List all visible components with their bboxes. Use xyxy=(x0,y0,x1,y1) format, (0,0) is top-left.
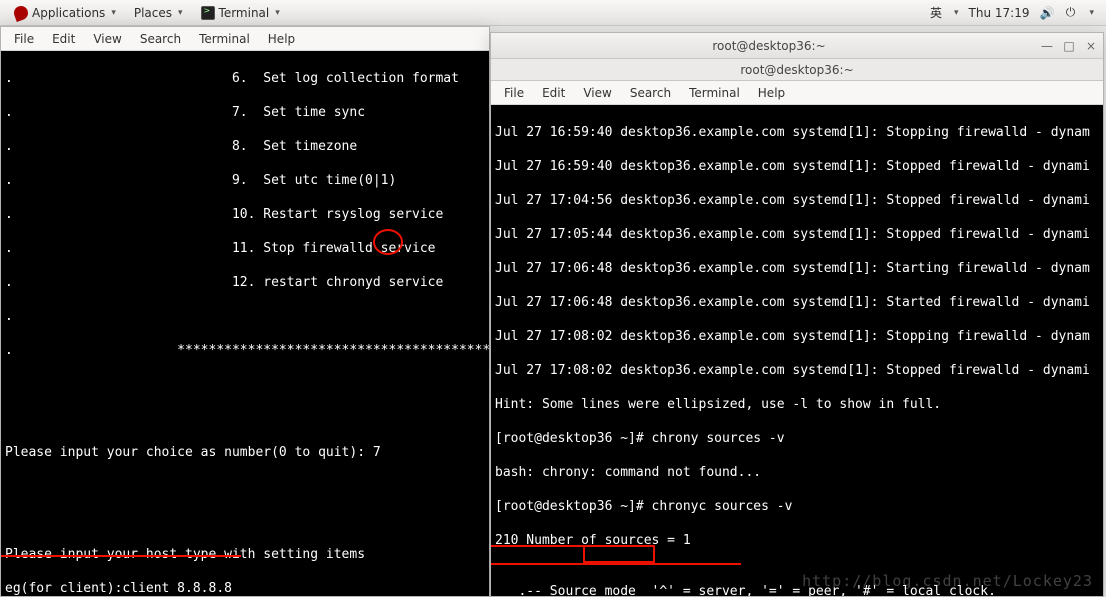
menu-terminal[interactable]: Terminal xyxy=(190,29,259,49)
gnome-top-panel: Applications ▾ Places ▾ Terminal ▾ 英 ▾ T… xyxy=(0,0,1106,26)
volume-icon[interactable]: 🔊 xyxy=(1039,6,1053,20)
menu-line: . xyxy=(5,308,485,325)
cmd-line: [root@desktop36 ~]# chrony sources -v xyxy=(495,430,1099,447)
log-line: Jul 27 17:06:48 desktop36.example.com sy… xyxy=(495,260,1099,277)
menu-help[interactable]: Help xyxy=(259,29,304,49)
log-line: Jul 27 16:59:40 desktop36.example.com sy… xyxy=(495,124,1099,141)
menu-line: . 10. Restart rsyslog service xyxy=(5,206,485,223)
menu-terminal[interactable]: Terminal xyxy=(680,83,749,103)
caret-down-icon: ▾ xyxy=(954,8,959,18)
caret-down-icon: ▾ xyxy=(111,8,116,18)
prompt-line: Please input your choice as number(0 to … xyxy=(5,444,485,461)
blank-line xyxy=(5,478,485,495)
blank-line xyxy=(5,376,485,393)
log-line: Jul 27 17:05:44 desktop36.example.com sy… xyxy=(495,226,1099,243)
text-line: Please input your host type with setting… xyxy=(5,546,485,563)
terminal-window-right[interactable]: root@desktop36:~ — □ × root@desktop36:~ … xyxy=(490,32,1104,597)
caret-down-icon: ▾ xyxy=(178,8,183,18)
applications-menu[interactable]: Applications ▾ xyxy=(6,3,124,23)
window-buttons: — □ × xyxy=(1041,40,1097,52)
log-line: Jul 27 17:06:48 desktop36.example.com sy… xyxy=(495,294,1099,311)
text-line: 210 Number of sources = 1 xyxy=(495,532,1099,549)
caret-down-icon: ▾ xyxy=(275,8,280,18)
close-button[interactable]: × xyxy=(1085,40,1097,52)
terminal-menubar: File Edit View Search Terminal Help xyxy=(491,81,1103,105)
places-label: Places xyxy=(134,6,172,20)
log-line: Jul 27 16:59:40 desktop36.example.com sy… xyxy=(495,158,1099,175)
panel-left: Applications ▾ Places ▾ Terminal ▾ xyxy=(6,3,288,23)
terminal-app-menu[interactable]: Terminal ▾ xyxy=(193,3,288,23)
menu-line: . 11. Stop firewalld service xyxy=(5,240,485,257)
text-line: eg(for client):client 8.8.8.8 xyxy=(5,580,485,596)
menu-edit[interactable]: Edit xyxy=(533,83,574,103)
menu-line: . **************************************… xyxy=(5,342,485,359)
redhat-icon xyxy=(12,4,30,22)
text-line: Hint: Some lines were ellipsized, use -l… xyxy=(495,396,1099,413)
menu-help[interactable]: Help xyxy=(749,83,794,103)
tab-title: root@desktop36:~ xyxy=(497,63,1097,77)
menu-search[interactable]: Search xyxy=(621,83,680,103)
log-line: Jul 27 17:04:56 desktop36.example.com sy… xyxy=(495,192,1099,209)
minimize-button[interactable]: — xyxy=(1041,40,1053,52)
panel-right: 英 ▾ Thu 17:19 🔊 ⏻ ▾ xyxy=(930,4,1100,21)
terminal-output-left[interactable]: . 6. Set log collection format . 7. Set … xyxy=(1,51,489,596)
menu-view[interactable]: View xyxy=(574,83,620,103)
power-icon[interactable]: ⏻ xyxy=(1063,5,1077,20)
tab-titlebar: root@desktop36:~ xyxy=(491,59,1103,81)
applications-label: Applications xyxy=(32,6,105,20)
menu-line: . 7. Set time sync xyxy=(5,104,485,121)
menu-line: . 8. Set timezone xyxy=(5,138,485,155)
terminal-menubar: File Edit View Search Terminal Help xyxy=(1,27,489,51)
maximize-button[interactable]: □ xyxy=(1063,40,1075,52)
log-line: Jul 27 17:08:02 desktop36.example.com sy… xyxy=(495,328,1099,345)
workspace: File Edit View Search Terminal Help . 6.… xyxy=(0,26,1106,597)
input-method-indicator[interactable]: 英 xyxy=(930,4,942,21)
terminal-app-label: Terminal xyxy=(219,6,270,20)
blank-line xyxy=(5,512,485,529)
cmd-line: [root@desktop36 ~]# chronyc sources -v xyxy=(495,498,1099,515)
menu-file[interactable]: File xyxy=(495,83,533,103)
menu-file[interactable]: File xyxy=(5,29,43,49)
menu-line: . 6. Set log collection format xyxy=(5,70,485,87)
legend-line: .-- Source mode '^' = server, '=' = peer… xyxy=(495,583,1099,596)
clock[interactable]: Thu 17:19 xyxy=(969,6,1030,20)
text-line: bash: chrony: command not found... xyxy=(495,464,1099,481)
caret-down-icon: ▾ xyxy=(1089,8,1094,18)
menu-line: . 12. restart chronyd service xyxy=(5,274,485,291)
blank-line xyxy=(5,410,485,427)
annotation-underline xyxy=(491,563,741,565)
menu-line: . 9. Set utc time(0|1) xyxy=(5,172,485,189)
menu-search[interactable]: Search xyxy=(131,29,190,49)
terminal-output-right[interactable]: Jul 27 16:59:40 desktop36.example.com sy… xyxy=(491,105,1103,596)
menu-edit[interactable]: Edit xyxy=(43,29,84,49)
terminal-window-left[interactable]: File Edit View Search Terminal Help . 6.… xyxy=(0,26,490,597)
places-menu[interactable]: Places ▾ xyxy=(126,3,191,23)
titlebar[interactable]: root@desktop36:~ — □ × xyxy=(491,33,1103,59)
terminal-icon xyxy=(201,6,215,20)
window-title: root@desktop36:~ xyxy=(497,39,1041,53)
menu-view[interactable]: View xyxy=(84,29,130,49)
log-line: Jul 27 17:08:02 desktop36.example.com sy… xyxy=(495,362,1099,379)
